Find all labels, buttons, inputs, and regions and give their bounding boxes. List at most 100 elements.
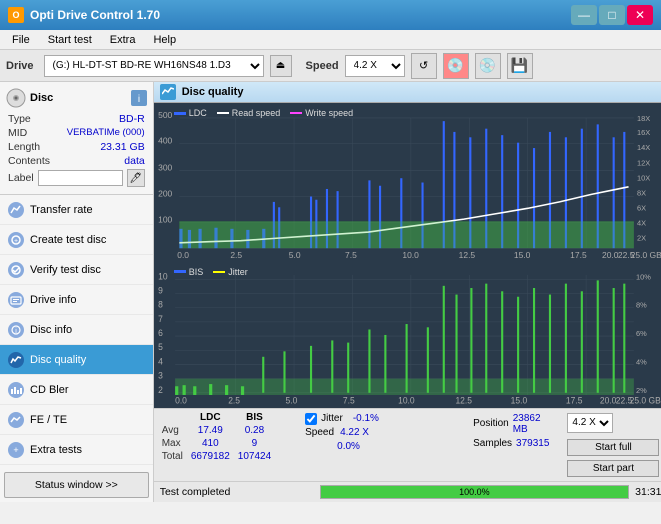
disc-length-row: Length 23.31 GB: [6, 140, 147, 154]
test-speed-select[interactable]: 1.0 X2.0 X4.0 X4.2 X6.0 X8.0 X: [567, 413, 613, 433]
cd-bler-icon: [8, 382, 24, 398]
progress-text: 100.0%: [459, 487, 490, 497]
start-full-button[interactable]: Start full: [567, 439, 659, 456]
svg-text:4: 4: [158, 356, 163, 366]
total-ldc: 6679182: [187, 450, 234, 463]
label-input[interactable]: [38, 170, 123, 186]
ldc-chart-container: LDC Read speed Write speed 500: [156, 105, 661, 261]
nav-verify-test-disc[interactable]: Verify test disc: [0, 255, 153, 285]
drive-bar: Drive (G:) HL-DT-ST BD-RE WH16NS48 1.D3 …: [0, 50, 661, 82]
write-speed-legend: Write speed: [290, 108, 353, 118]
max-ldc: 410: [187, 437, 234, 450]
status-bar: Test completed 100.0% 31:31: [154, 481, 661, 502]
save-button[interactable]: 💾: [507, 53, 533, 79]
ldc-chart-svg: 500 400 300 200 100: [156, 105, 661, 261]
start-buttons-area: 1.0 X2.0 X4.0 X4.2 X6.0 X8.0 X Start ful…: [563, 411, 661, 479]
svg-text:3: 3: [158, 370, 163, 380]
svg-text:10X: 10X: [637, 174, 650, 183]
read-speed-legend: Read speed: [217, 108, 281, 118]
disc-title: Disc: [30, 92, 53, 104]
speed-label: Speed: [306, 60, 339, 72]
disc-button1[interactable]: 💿: [443, 53, 469, 79]
nav-disc-quality[interactable]: Disc quality: [0, 345, 153, 375]
nav-disc-info[interactable]: i Disc info: [0, 315, 153, 345]
jitter-avg-val: -0.1%: [353, 413, 379, 424]
samples-label: Samples: [473, 438, 512, 449]
svg-text:12.5: 12.5: [458, 250, 475, 260]
svg-text:6%: 6%: [636, 329, 647, 338]
read-speed-legend-label: Read speed: [232, 108, 281, 118]
position-row: Position 23862 MB: [473, 413, 549, 435]
ldc-legend: LDC: [174, 108, 207, 118]
status-text: Test completed: [160, 486, 314, 498]
stats-table: LDC BIS Avg 17.49 0.28 Max 410: [158, 411, 291, 479]
menu-start-test[interactable]: Start test: [40, 33, 100, 47]
svg-text:2.5: 2.5: [228, 395, 240, 405]
svg-text:8X: 8X: [637, 189, 646, 198]
bis-chart-svg: 10 9 8 7 6 5 4 3 2 10% 8% 6% 4% 2%: [156, 264, 661, 406]
eject-button[interactable]: ⏏: [270, 55, 292, 77]
disc-button2[interactable]: 💿: [475, 53, 501, 79]
max-label: Max: [158, 437, 187, 450]
refresh-button[interactable]: ↺: [411, 53, 437, 79]
progress-bar-container: 100.0%: [320, 485, 630, 499]
close-button[interactable]: ✕: [627, 5, 653, 25]
svg-text:15.0: 15.0: [514, 250, 531, 260]
create-test-icon: +: [8, 232, 24, 248]
main-area: Disc i Type BD-R MID VERBATIMe (000) Len…: [0, 82, 661, 502]
svg-text:10.0: 10.0: [398, 395, 415, 405]
menu-extra[interactable]: Extra: [102, 33, 144, 47]
disc-icon: [6, 88, 26, 108]
stats-area: LDC BIS Avg 17.49 0.28 Max 410: [154, 408, 661, 481]
svg-text:8: 8: [158, 299, 163, 309]
svg-text:7.5: 7.5: [343, 395, 355, 405]
nav-drive-info[interactable]: Drive info: [0, 285, 153, 315]
nav-transfer-rate[interactable]: Transfer rate: [0, 195, 153, 225]
svg-text:+: +: [13, 445, 18, 455]
nav-fe-te[interactable]: FE / TE: [0, 405, 153, 435]
bis-legend-label: BIS: [189, 267, 204, 277]
disc-info-icon: i: [8, 322, 24, 338]
svg-text:0.0: 0.0: [175, 395, 187, 405]
svg-text:2X: 2X: [637, 234, 646, 243]
disc-label-row: Label 🖊: [6, 168, 147, 188]
jitter-legend-color: [213, 271, 225, 273]
svg-text:6: 6: [158, 328, 163, 338]
svg-text:6X: 6X: [637, 204, 646, 213]
svg-text:17.5: 17.5: [566, 395, 583, 405]
jitter-checkbox[interactable]: [305, 413, 317, 425]
app-title: Opti Drive Control 1.70: [30, 8, 160, 22]
disc-section: Disc i Type BD-R MID VERBATIMe (000) Len…: [0, 82, 153, 195]
disc-mid-row: MID VERBATIMe (000): [6, 126, 147, 140]
svg-text:16X: 16X: [637, 129, 650, 138]
bis-header: BIS: [234, 411, 275, 424]
transfer-rate-icon: [8, 202, 24, 218]
position-label: Position: [473, 418, 509, 429]
speed-select[interactable]: 4.2 X: [345, 55, 405, 77]
bis-chart-container: BIS Jitter 10 9 8 7 6 5 4: [156, 264, 661, 406]
status-window-button[interactable]: Status window >>: [4, 472, 149, 498]
bis-legend: BIS: [174, 267, 204, 277]
svg-text:5.0: 5.0: [288, 250, 300, 260]
maximize-button[interactable]: □: [599, 5, 625, 25]
jitter-max-row: 0.0%: [305, 441, 453, 452]
menu-help[interactable]: Help: [145, 33, 184, 47]
svg-text:8%: 8%: [636, 300, 647, 309]
nav-cd-bler[interactable]: CD Bler: [0, 375, 153, 405]
progress-bar-fill: 100.0%: [321, 486, 629, 498]
window-controls: — □ ✕: [571, 5, 653, 25]
start-part-button[interactable]: Start part: [567, 460, 659, 477]
jitter-legend-label: Jitter: [228, 267, 248, 277]
menu-file[interactable]: File: [4, 33, 38, 47]
ldc-header: LDC: [187, 411, 234, 424]
position-samples-stats: Position 23862 MB Samples 379315: [467, 411, 555, 479]
minimize-button[interactable]: —: [571, 5, 597, 25]
label-button[interactable]: 🖊: [127, 169, 145, 187]
svg-text:17.5: 17.5: [570, 250, 587, 260]
nav-create-test-disc[interactable]: + Create test disc: [0, 225, 153, 255]
svg-text:20.0: 20.0: [600, 395, 617, 405]
status-time: 31:31: [635, 486, 661, 498]
nav-extra-tests[interactable]: + Extra tests: [0, 435, 153, 465]
total-bis: 107424: [234, 450, 275, 463]
drive-select[interactable]: (G:) HL-DT-ST BD-RE WH16NS48 1.D3: [44, 55, 264, 77]
